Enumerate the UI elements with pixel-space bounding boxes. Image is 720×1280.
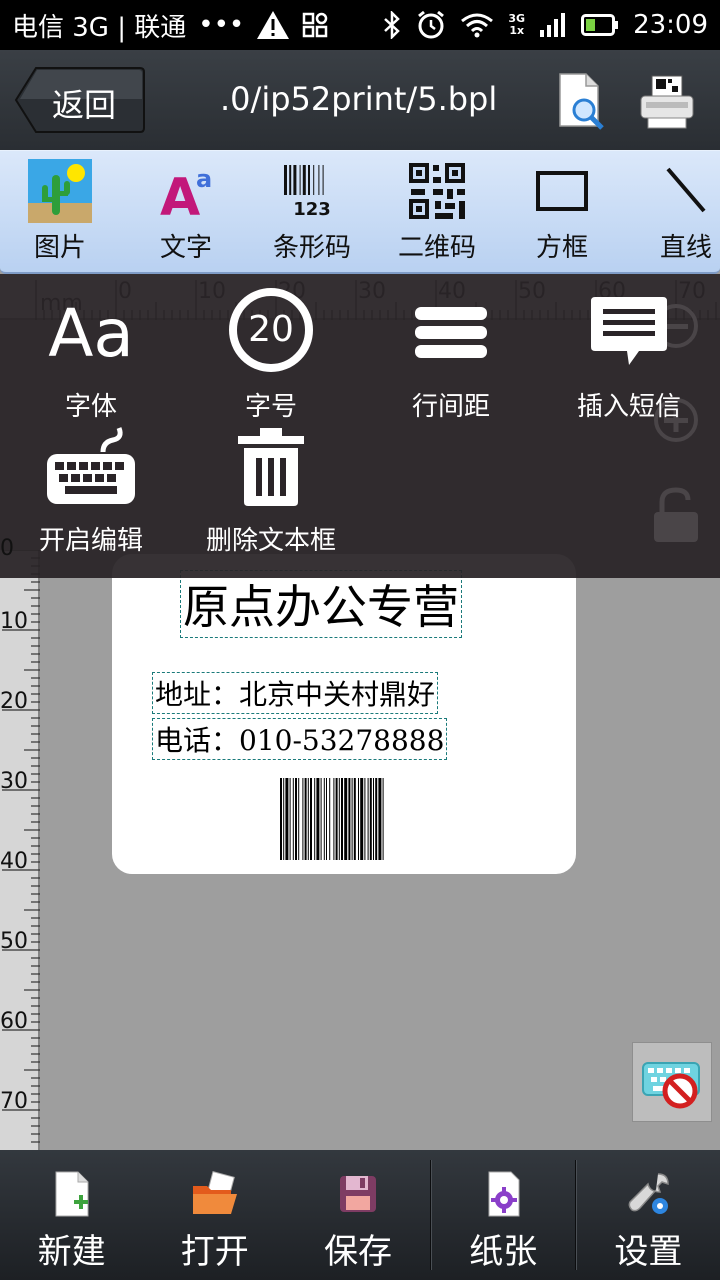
settings-button[interactable]: 设置 (577, 1150, 720, 1280)
font-icon: Aa (48, 294, 134, 372)
printer-icon (640, 75, 694, 129)
new-file-icon (55, 1171, 89, 1217)
tool-line-label: 直线 (659, 233, 712, 263)
clock-text: 23:09 (633, 10, 708, 40)
status-bar: 电信 3G | 联通 ••• 3G 1x 23:09 (0, 0, 720, 50)
signal-icon (539, 12, 567, 38)
element-toolbar: 图片 Aa 文字 123 条形码 二维码 方框 直线 (0, 150, 720, 274)
open-button-label: 打开 (180, 1232, 249, 1272)
label-card[interactable]: 原点办公专营 地址：北京中关村鼎好 电话：010-53278888 (112, 554, 576, 874)
open-folder-icon (192, 1171, 237, 1214)
bluetooth-icon (382, 11, 402, 39)
label-title-textbox[interactable]: 原点办公专营 (180, 570, 462, 638)
menu-insert-sms[interactable]: 插入短信 (544, 288, 714, 422)
bottom-action-bar: 新建 打开 保存 纸张 设置 (0, 1150, 720, 1280)
back-button[interactable]: 返回 (14, 66, 146, 134)
tool-picture-label: 图片 (33, 233, 86, 263)
settings-button-label: 设置 (614, 1232, 683, 1272)
print-button[interactable] (638, 74, 696, 130)
carrier-text: 电信 3G | 联通 (12, 12, 187, 43)
menu-delete-textbox[interactable]: 删除文本框 (186, 422, 356, 556)
paper-settings-icon (488, 1171, 520, 1217)
title-bar: 返回 .0/ip52print/5.bpl (0, 50, 720, 150)
ruler-left-tick-label: 30 (0, 769, 28, 794)
overflow-dots: ••• (198, 10, 245, 40)
menu-line-spacing[interactable]: 行间距 (366, 288, 536, 422)
tool-line[interactable]: 直线 (636, 155, 720, 271)
new-button[interactable]: 新建 (0, 1150, 143, 1280)
preview-button[interactable] (556, 72, 606, 132)
keyboard-icon (43, 422, 139, 512)
ruler-left-zero-label: 0 (0, 536, 14, 561)
barcode-icon: 123 (284, 165, 331, 220)
message-icon (581, 288, 677, 378)
qrcode-icon (409, 163, 465, 219)
new-button-label: 新建 (37, 1232, 106, 1272)
tool-text[interactable]: Aa 文字 (136, 155, 236, 271)
document-search-icon (559, 73, 604, 130)
save-button[interactable]: 保存 (286, 1150, 429, 1280)
picture-icon (28, 159, 92, 223)
wrench-gear-icon (629, 1173, 670, 1214)
wifi-icon (460, 12, 494, 38)
paper-button-label: 纸张 (469, 1232, 538, 1272)
ruler-left-tick-label: 60 (0, 1009, 28, 1034)
battery-icon (581, 14, 619, 36)
label-phone-textbox[interactable]: 电话：010-53278888 (152, 718, 448, 760)
warning-icon (256, 10, 290, 40)
tool-barcode[interactable]: 123 条形码 (262, 155, 362, 271)
menu-insert-sms-label: 插入短信 (576, 392, 681, 422)
file-title: .0/ip52print/5.bpl (220, 80, 498, 118)
dual-network-icon: 3G 1x (508, 12, 526, 37)
line-spacing-icon (403, 288, 499, 378)
menu-font-size[interactable]: 20 字号 (186, 288, 356, 422)
save-disk-icon (340, 1176, 376, 1212)
paper-button[interactable]: 纸张 (432, 1150, 575, 1280)
back-button-label: 返回 (52, 86, 117, 124)
text-icon: Aa (160, 165, 212, 223)
font-size-icon: 20 (223, 288, 319, 378)
ruler-left-tick-label: 50 (0, 929, 28, 954)
label-address-textbox[interactable]: 地址：北京中关村鼎好 (152, 672, 439, 714)
keyboard-toggle-button[interactable] (632, 1042, 712, 1122)
lock-button[interactable] (632, 474, 720, 560)
menu-font[interactable]: Aa 字体 (6, 288, 176, 423)
label-barcode[interactable] (280, 778, 436, 860)
tool-rectangle-label: 方框 (535, 233, 588, 263)
ruler-left-ticks: 10 20 30 40 50 60 70 (0, 549, 40, 1150)
unlock-icon (654, 487, 698, 542)
tool-barcode-label: 条形码 (272, 233, 351, 263)
ruler-left-tick-label: 70 (0, 1089, 28, 1114)
svg-text:a: a (196, 165, 212, 193)
menu-enable-edit[interactable]: 开启编辑 (6, 422, 176, 556)
rectangle-icon (536, 171, 588, 211)
tool-rectangle[interactable]: 方框 (512, 155, 612, 271)
menu-delete-textbox-label: 删除文本框 (205, 526, 336, 556)
ruler-left: 10 20 30 40 50 60 70 (0, 549, 40, 1150)
text-properties-menu: Aa 字体 20 字号 行间距 插入短信 开启编辑 删除文本框 (0, 274, 720, 578)
open-button[interactable]: 打开 (143, 1150, 286, 1280)
line-icon (666, 167, 706, 213)
grid-apps-icon (302, 12, 328, 38)
ruler-left-tick-label: 10 (0, 609, 28, 634)
tool-qrcode-label: 二维码 (397, 233, 476, 263)
save-button-label: 保存 (324, 1232, 392, 1272)
svg-text:A: A (160, 168, 200, 223)
keyboard-disabled-icon (642, 1062, 700, 1109)
alarm-icon (416, 10, 446, 40)
ruler-left-tick-label: 20 (0, 689, 28, 714)
tool-text-label: 文字 (159, 233, 212, 263)
tool-qrcode[interactable]: 二维码 (387, 155, 487, 271)
barcode-caption: 123 (293, 199, 331, 220)
menu-font-size-label: 字号 (244, 392, 297, 422)
ruler-left-tick-label: 40 (0, 849, 28, 874)
trash-icon (223, 422, 319, 512)
tool-picture[interactable]: 图片 (10, 155, 110, 271)
